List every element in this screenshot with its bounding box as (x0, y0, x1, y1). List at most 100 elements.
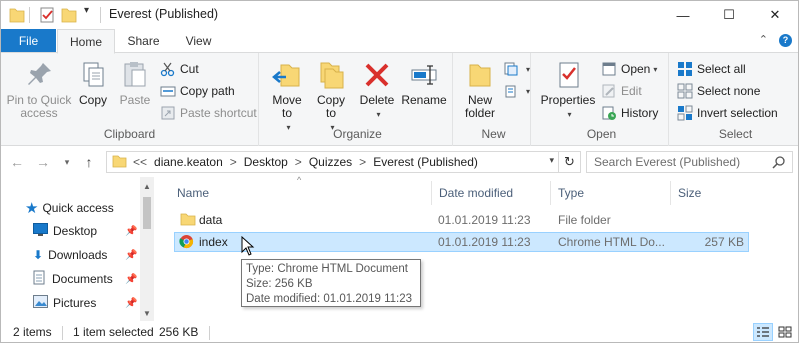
select-none-button[interactable]: Select none (677, 81, 760, 101)
file-date: 01.01.2019 11:23 (438, 235, 531, 249)
breadcrumb: << diane.keaton > Desktop > Quizzes > Ev… (133, 155, 485, 169)
file-row-index[interactable]: index 01.01.2019 11:23 Chrome HTML Do...… (174, 232, 749, 252)
address-bar[interactable]: << diane.keaton > Desktop > Quizzes > Ev… (106, 151, 581, 173)
delete-button[interactable]: Delete ▾ (359, 59, 395, 121)
tooltip-date: Date modified: 01.01.2019 11:23 (246, 293, 413, 305)
tab-home[interactable]: Home (57, 29, 115, 54)
column-header-size[interactable]: Size (671, 181, 749, 205)
minimize-button[interactable]: — (660, 1, 706, 29)
scroll-down-icon[interactable]: ▼ (140, 306, 154, 320)
details-view-button[interactable] (753, 323, 773, 341)
easy-access-icon (505, 85, 516, 98)
select-group-label: Select (718, 127, 753, 141)
properties-quick-icon[interactable] (39, 6, 55, 24)
copy-path-button[interactable]: Copy path (160, 81, 235, 101)
pin-to-quick-access-button[interactable]: Pin to Quick access (5, 59, 73, 120)
file-type: Chrome HTML Do... (558, 235, 665, 249)
up-arrow-icon[interactable]: ↑ (79, 152, 99, 172)
column-header-date[interactable]: Date modified (432, 181, 551, 205)
breadcrumb-overflow[interactable]: << (133, 155, 147, 169)
customize-toolbar-icon[interactable]: ▾ (84, 5, 89, 23)
file-size: 257 KB (704, 235, 744, 249)
open-button[interactable]: Open ▾ (601, 59, 657, 79)
delete-x-icon (365, 63, 389, 87)
nav-item-documents[interactable]: Documents (33, 268, 113, 290)
breadcrumb-separator[interactable]: > (295, 155, 302, 169)
file-type: File folder (558, 213, 611, 227)
large-icons-view-button[interactable] (775, 323, 795, 341)
pin-icon[interactable]: 📌 (125, 250, 137, 261)
star-icon: ★ (25, 200, 39, 217)
select-all-icon (678, 62, 692, 76)
properties-icon (559, 62, 579, 88)
tab-file[interactable]: File (1, 29, 56, 53)
breadcrumb-quizzes[interactable]: Quizzes (309, 155, 352, 169)
paste-shortcut-button[interactable]: Paste shortcut (160, 103, 257, 123)
help-icon[interactable]: ? (779, 34, 792, 47)
pin-icon[interactable]: 📌 (125, 226, 137, 237)
pin-icon[interactable]: 📌 (125, 298, 137, 309)
new-item-button[interactable]: ▾ (503, 59, 530, 79)
edit-button[interactable]: Edit (601, 81, 642, 101)
recent-locations-chevron-icon[interactable]: ▾ (57, 152, 77, 172)
back-arrow-icon[interactable]: ← (7, 152, 27, 172)
paste-icon (124, 62, 146, 87)
copy-button[interactable]: Copy (75, 59, 111, 107)
breadcrumb-separator[interactable]: > (359, 155, 366, 169)
breadcrumb-separator[interactable]: > (230, 155, 237, 169)
select-all-button[interactable]: Select all (677, 59, 746, 79)
details-view-icon (757, 327, 769, 337)
new-folder-button[interactable]: New folder (461, 59, 499, 120)
copy-icon (83, 62, 104, 87)
status-divider (209, 326, 210, 340)
forward-arrow-icon[interactable]: → (33, 152, 53, 172)
refresh-icon[interactable]: ↻ (558, 152, 580, 172)
column-header-type[interactable]: Type (551, 181, 671, 205)
organize-group: Move to ▾ Copy to ▾ Delete ▾ Rename Organiz… (263, 53, 453, 146)
selection-size: 256 KB (159, 325, 199, 339)
pin-icon[interactable]: 📌 (125, 274, 137, 285)
rename-button[interactable]: Rename (401, 59, 447, 107)
breadcrumb-user[interactable]: diane.keaton (154, 155, 223, 169)
folder-icon[interactable] (9, 6, 25, 24)
rename-icon (411, 65, 437, 85)
new-folder-icon (469, 64, 491, 87)
search-input[interactable]: Search Everest (Published) (586, 151, 793, 173)
copy-to-button[interactable]: Copy to ▾ (311, 59, 351, 134)
breadcrumb-desktop[interactable]: Desktop (244, 155, 288, 169)
clipboard-group: Pin to Quick access Copy Paste Cut Copy … (1, 53, 259, 146)
file-row-data[interactable]: data 01.01.2019 11:23 File folder (174, 211, 749, 231)
quick-access-divider (29, 7, 30, 23)
nav-item-desktop[interactable]: Desktop (33, 220, 97, 242)
easy-access-button[interactable]: ▾ (503, 81, 530, 101)
new-folder-quick-icon[interactable] (61, 6, 77, 24)
cut-button[interactable]: Cut (160, 59, 199, 79)
invert-selection-button[interactable]: Invert selection (677, 103, 778, 123)
file-explorer-window: ▾ Everest (Published) — ☐ ✕ File Home Sh… (0, 0, 799, 343)
properties-button[interactable]: Properties ▾ (539, 59, 597, 121)
selection-count: 1 item selected (73, 325, 154, 339)
nav-item-pictures[interactable]: Pictures (33, 292, 96, 314)
close-button[interactable]: ✕ (752, 1, 798, 29)
nav-pane-scrollbar[interactable]: ▲ ▼ (140, 177, 154, 322)
nav-item-quick-access[interactable]: ★ Quick access (25, 197, 114, 219)
file-name: index (199, 235, 228, 249)
download-arrow-icon: ⬇ (33, 248, 44, 262)
breadcrumb-current[interactable]: Everest (Published) (373, 155, 478, 169)
history-button[interactable]: History (601, 103, 658, 123)
scroll-up-icon[interactable]: ▲ (140, 179, 154, 193)
address-dropdown-icon[interactable]: ▾ (549, 155, 554, 166)
paste-button[interactable]: Paste (117, 59, 153, 107)
tab-view[interactable]: View (171, 29, 226, 53)
tab-share[interactable]: Share (116, 29, 171, 53)
nav-item-downloads[interactable]: ⬇ Downloads (33, 244, 107, 266)
tooltip-type: Type: Chrome HTML Document (246, 263, 408, 275)
column-header-name[interactable]: Name (170, 181, 432, 205)
maximize-button[interactable]: ☐ (706, 1, 752, 29)
file-tooltip: Type: Chrome HTML Document Size: 256 KB … (241, 259, 421, 307)
move-to-button[interactable]: Move to ▾ (267, 59, 307, 134)
collapse-ribbon-icon[interactable]: ⌃ (759, 34, 768, 46)
clipboard-group-label: Clipboard (103, 127, 156, 141)
scrollbar-thumb[interactable] (143, 197, 151, 229)
window-title: Everest (Published) (109, 7, 219, 21)
